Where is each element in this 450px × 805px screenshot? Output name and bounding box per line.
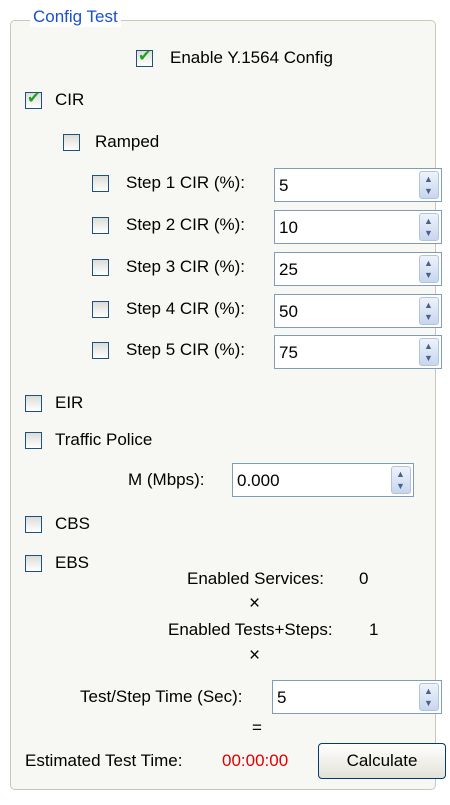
- step-1-cir-value: 5: [279, 176, 289, 195]
- enabled-services-value: 0: [359, 569, 369, 588]
- enabled-tests-steps-value: 1: [369, 620, 379, 639]
- arrow-up-icon[interactable]: ▲: [424, 174, 433, 184]
- spin-buttons[interactable]: ▲ ▼: [391, 466, 411, 494]
- step-5-checkbox[interactable]: [92, 342, 109, 359]
- eir-label: EIR: [55, 393, 84, 412]
- equals-icon: =: [252, 718, 262, 737]
- cbs-checkbox[interactable]: [25, 516, 42, 533]
- enable-y1564-checkbox[interactable]: ✔: [136, 48, 153, 67]
- multiply-icon: ×: [249, 593, 261, 614]
- step-4-cir-stepper[interactable]: 50 ▲ ▼: [274, 294, 442, 328]
- arrow-up-icon[interactable]: ▲: [424, 341, 433, 351]
- enable-y1564-label: Enable Y.1564 Config: [170, 48, 333, 67]
- cbs-label: CBS: [55, 514, 90, 533]
- arrow-up-icon[interactable]: ▲: [424, 686, 433, 696]
- arrow-up-icon[interactable]: ▲: [424, 258, 433, 268]
- enabled-tests-steps-label: Enabled Tests+Steps:: [168, 620, 333, 639]
- enabled-services-label: Enabled Services:: [187, 569, 325, 588]
- step-5-cir-value: 75: [279, 343, 298, 362]
- step-1-checkbox[interactable]: [92, 175, 109, 192]
- step-3-label: Step 3 CIR (%):: [126, 257, 246, 276]
- estimated-test-time-value: 00:00:00: [222, 751, 289, 770]
- arrow-down-icon[interactable]: ▼: [424, 312, 433, 322]
- ebs-label: EBS: [55, 553, 90, 572]
- m-mbps-label: M (Mbps):: [128, 470, 205, 489]
- spin-buttons[interactable]: ▲ ▼: [419, 255, 439, 283]
- arrow-down-icon[interactable]: ▼: [424, 270, 433, 280]
- arrow-down-icon[interactable]: ▼: [424, 353, 433, 363]
- traffic-police-label: Traffic Police: [55, 430, 153, 449]
- step-3-cir-stepper[interactable]: 25 ▲ ▼: [274, 252, 442, 286]
- arrow-up-icon[interactable]: ▲: [424, 300, 433, 310]
- ramped-label: Ramped: [95, 132, 160, 151]
- step-5-cir-stepper[interactable]: 75 ▲ ▼: [274, 335, 442, 369]
- eir-checkbox[interactable]: [25, 395, 42, 412]
- checkmark-icon: ✔: [138, 48, 152, 65]
- estimated-test-time-label: Estimated Test Time:: [25, 751, 183, 770]
- calculate-button[interactable]: Calculate: [318, 743, 446, 779]
- step-1-label: Step 1 CIR (%):: [126, 173, 246, 192]
- step-4-label: Step 4 CIR (%):: [126, 299, 246, 318]
- ebs-checkbox[interactable]: [25, 555, 42, 572]
- arrow-down-icon[interactable]: ▼: [424, 186, 433, 196]
- step-2-cir-value: 10: [279, 218, 298, 237]
- spin-buttons[interactable]: ▲ ▼: [419, 171, 439, 199]
- groupbox-title: Config Test: [30, 7, 121, 27]
- test-step-time-value: 5: [277, 688, 287, 707]
- arrow-down-icon[interactable]: ▼: [424, 698, 433, 708]
- step-2-checkbox[interactable]: [92, 217, 109, 234]
- test-step-time-stepper[interactable]: 5 ▲ ▼: [272, 680, 442, 714]
- step-2-label: Step 2 CIR (%):: [126, 215, 246, 234]
- test-step-time-label: Test/Step Time (Sec):: [80, 687, 243, 706]
- step-5-label: Step 5 CIR (%):: [126, 340, 246, 359]
- arrow-up-icon[interactable]: ▲: [396, 469, 405, 479]
- spin-buttons[interactable]: ▲ ▼: [419, 338, 439, 366]
- step-4-cir-value: 50: [279, 302, 298, 321]
- arrow-up-icon[interactable]: ▲: [424, 216, 433, 226]
- m-mbps-value: 0.000: [237, 471, 280, 490]
- step-2-cir-stepper[interactable]: 10 ▲ ▼: [274, 210, 442, 244]
- step-3-cir-value: 25: [279, 260, 298, 279]
- spin-buttons[interactable]: ▲ ▼: [419, 683, 439, 711]
- arrow-down-icon[interactable]: ▼: [396, 481, 405, 491]
- cir-label: CIR: [55, 90, 85, 109]
- cir-checkbox[interactable]: ✔: [25, 90, 42, 109]
- step-4-checkbox[interactable]: [92, 301, 109, 318]
- traffic-police-checkbox[interactable]: [25, 432, 42, 449]
- ramped-checkbox[interactable]: [63, 134, 80, 151]
- arrow-down-icon[interactable]: ▼: [424, 228, 433, 238]
- m-mbps-stepper[interactable]: 0.000 ▲ ▼: [232, 463, 414, 497]
- multiply-icon: ×: [249, 645, 261, 666]
- spin-buttons[interactable]: ▲ ▼: [419, 213, 439, 241]
- spin-buttons[interactable]: ▲ ▼: [419, 297, 439, 325]
- step-1-cir-stepper[interactable]: 5 ▲ ▼: [274, 168, 442, 202]
- step-3-checkbox[interactable]: [92, 259, 109, 276]
- checkmark-icon: ✔: [27, 90, 41, 107]
